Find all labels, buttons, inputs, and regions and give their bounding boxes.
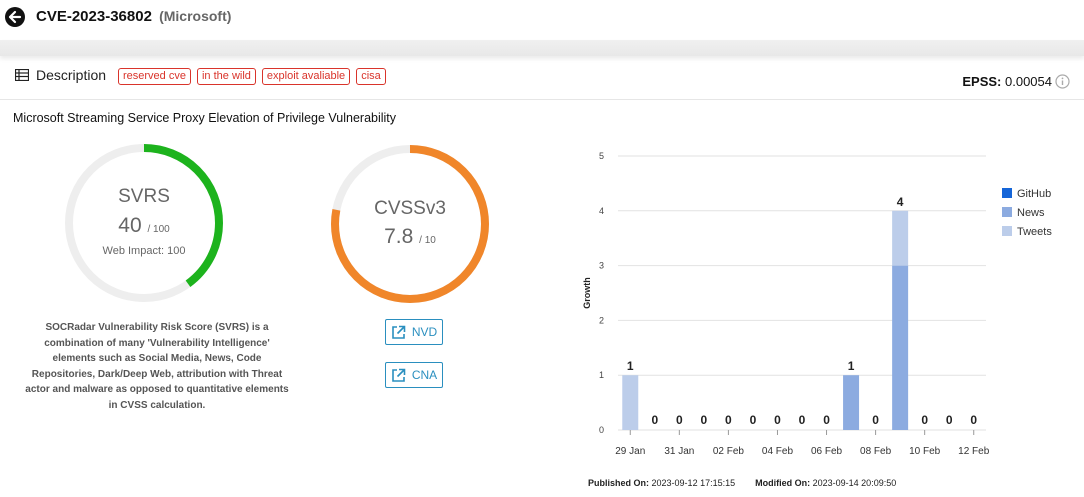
bar-total-label: 0 xyxy=(921,413,928,427)
bar-total-label: 0 xyxy=(701,413,708,427)
published-value: 2023-09-12 17:15:15 xyxy=(651,478,736,488)
svrs-label: SVRS xyxy=(118,186,170,207)
bar-total-label: 0 xyxy=(725,413,732,427)
tag-in-the-wild: in the wild xyxy=(196,68,256,85)
bar-total-label: 0 xyxy=(676,413,683,427)
x-tick-label: 04 Feb xyxy=(762,446,794,457)
bar-total-label: 4 xyxy=(897,195,904,209)
top-bar: CVE-2023-36802 (Microsoft) xyxy=(0,0,1084,40)
epss-label: EPSS: xyxy=(962,74,1002,89)
bar-total-label: 0 xyxy=(946,413,953,427)
bar-news xyxy=(892,265,909,430)
x-tick-label: 08 Feb xyxy=(860,446,892,457)
growth-chart: 0 1 2 3 4 5 Growth 1 0 0 0 0 0 0 0 0 1 0 4 0 0 0 29 Jan 31 Jan 0… xyxy=(570,140,1080,470)
bar-total-label: 0 xyxy=(872,413,879,427)
cna-label: CNA xyxy=(411,368,438,382)
bar-news xyxy=(843,375,860,430)
published-label: Published On: xyxy=(588,478,650,488)
list-icon xyxy=(15,69,29,81)
tag-list: reserved cve in the wild exploit avaliab… xyxy=(118,68,386,85)
tag-reserved-cve: reserved cve xyxy=(118,68,191,85)
nvd-label: NVD xyxy=(411,325,438,339)
y-tick-label: 3 xyxy=(599,261,604,271)
bar-total-label: 0 xyxy=(750,413,757,427)
svrs-description: SOCRadar Vulnerability Risk Score (SVRS)… xyxy=(25,322,289,411)
cna-link-button[interactable]: CNA xyxy=(385,362,443,388)
bar-tweets xyxy=(622,375,639,430)
bar-total-label: 0 xyxy=(823,413,830,427)
svrs-gauge: SVRS 40 / 100 Web Impact: 100 xyxy=(63,142,225,304)
back-arrow-icon[interactable] xyxy=(5,7,25,27)
y-axis-label: Growth xyxy=(582,277,592,309)
y-tick-label: 4 xyxy=(599,206,604,216)
bar-total-label: 1 xyxy=(848,359,855,373)
tag-cisa: cisa xyxy=(356,68,386,85)
x-tick-label: 02 Feb xyxy=(713,446,745,457)
x-tick-label: 10 Feb xyxy=(909,446,941,457)
vulnerability-title: Microsoft Streaming Service Proxy Elevat… xyxy=(13,111,397,125)
epss-value: 0.00054 xyxy=(1005,74,1052,89)
svrs-web-impact: Web Impact: 100 xyxy=(102,245,186,257)
tag-exploit-available: exploit avaliable xyxy=(261,68,351,85)
y-tick-label: 1 xyxy=(599,370,604,380)
x-tick-label: 06 Feb xyxy=(811,446,843,457)
svrs-score: 40 / 100 xyxy=(118,214,170,237)
nvd-link-button[interactable]: NVD xyxy=(385,319,443,345)
legend-swatch-tweets xyxy=(1002,226,1012,236)
y-tick-label: 0 xyxy=(599,425,604,435)
external-link-icon xyxy=(392,368,406,382)
legend-label-tweets: Tweets xyxy=(1017,226,1052,238)
bar-total-label: 1 xyxy=(627,359,634,373)
external-link-icon xyxy=(392,325,406,339)
legend-swatch-news xyxy=(1002,207,1012,217)
bar-total-label: 0 xyxy=(970,413,977,427)
cvss-score: 7.8 / 10 xyxy=(384,225,436,248)
x-tick-label: 29 Jan xyxy=(615,446,645,457)
growth-chart-svg: 0 1 2 3 4 5 Growth 1 0 0 0 0 0 0 0 0 1 0 4 0 0 0 29 Jan 31 Jan 0… xyxy=(582,151,1052,457)
info-icon[interactable] xyxy=(1055,74,1070,89)
modified-value: 2023-09-14 20:09:50 xyxy=(812,478,897,488)
dates-footer: Published On: 2023-09-12 17:15:15 Modifi… xyxy=(588,478,896,488)
bar-tweets xyxy=(892,210,909,266)
y-tick-label: 2 xyxy=(599,315,604,325)
modified-label: Modified On: xyxy=(755,478,811,488)
cvss-gauge: CVSSv3 7.8 / 10 xyxy=(329,143,491,305)
y-tick-label: 5 xyxy=(599,151,604,161)
bar-total-label: 0 xyxy=(651,413,658,427)
description-label: Description xyxy=(36,67,107,83)
x-tick-label: 31 Jan xyxy=(664,446,694,457)
page-title: CVE-2023-36802 (Microsoft) xyxy=(36,8,231,25)
legend-swatch-github xyxy=(1002,188,1012,198)
legend-label-github: GitHub xyxy=(1017,188,1051,200)
cvss-label: CVSSv3 xyxy=(374,198,446,219)
legend-label-news: News xyxy=(1017,207,1045,219)
x-tick-label: 12 Feb xyxy=(958,446,990,457)
header-divider-band xyxy=(0,40,1084,56)
bar-total-label: 0 xyxy=(799,413,806,427)
bar-total-label: 0 xyxy=(774,413,781,427)
epss-score: EPSS: 0.00054 xyxy=(962,74,1052,89)
description-header: Description reserved cve in the wild exp… xyxy=(0,58,1084,100)
cve-id: CVE-2023-36802 xyxy=(36,8,152,25)
cve-vendor: (Microsoft) xyxy=(159,8,232,24)
